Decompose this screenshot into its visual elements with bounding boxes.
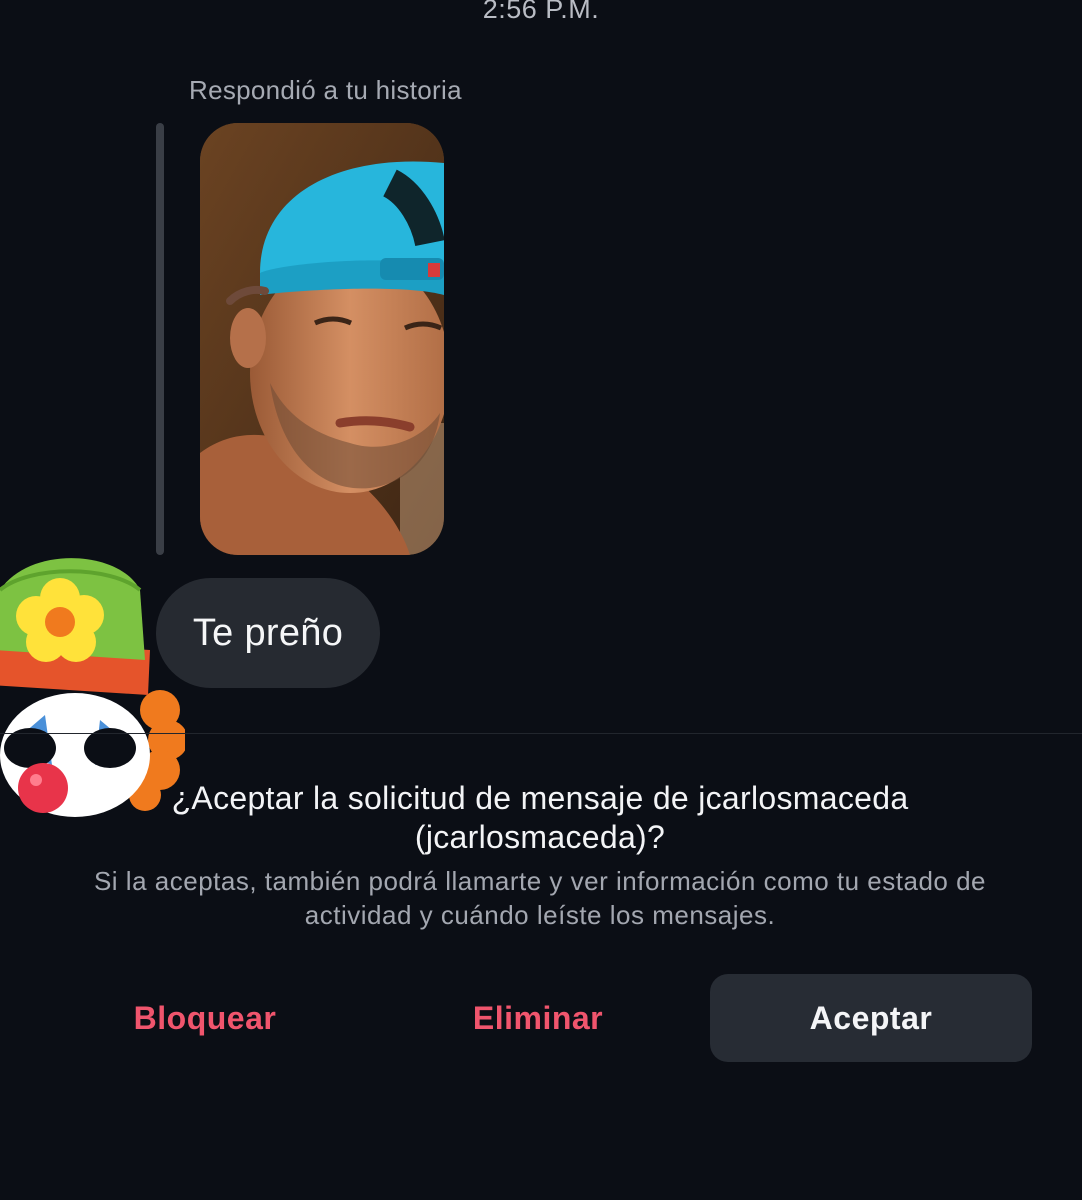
story-reply-label: Respondió a tu historia [189,75,462,105]
divider [0,733,1082,734]
delete-button[interactable]: Eliminar [395,974,681,1062]
message-text: Te preño [192,611,344,654]
request-title: ¿Aceptar la solicitud de mensaje de jcar… [171,780,909,855]
story-thumbnail[interactable] [200,123,444,555]
message-bubble[interactable]: Te preño [156,578,380,688]
request-description: Si la aceptas, también podrá llamarte y … [93,866,987,930]
reply-quote-bar [156,123,164,555]
message-timestamp: 2:56 P.M. [482,0,600,24]
block-button[interactable]: Bloquear [60,974,350,1062]
accept-button[interactable]: Aceptar [710,974,1032,1062]
message-request-screen: 2:56 P.M. Respondió a tu historia Te pre… [0,0,1082,1200]
